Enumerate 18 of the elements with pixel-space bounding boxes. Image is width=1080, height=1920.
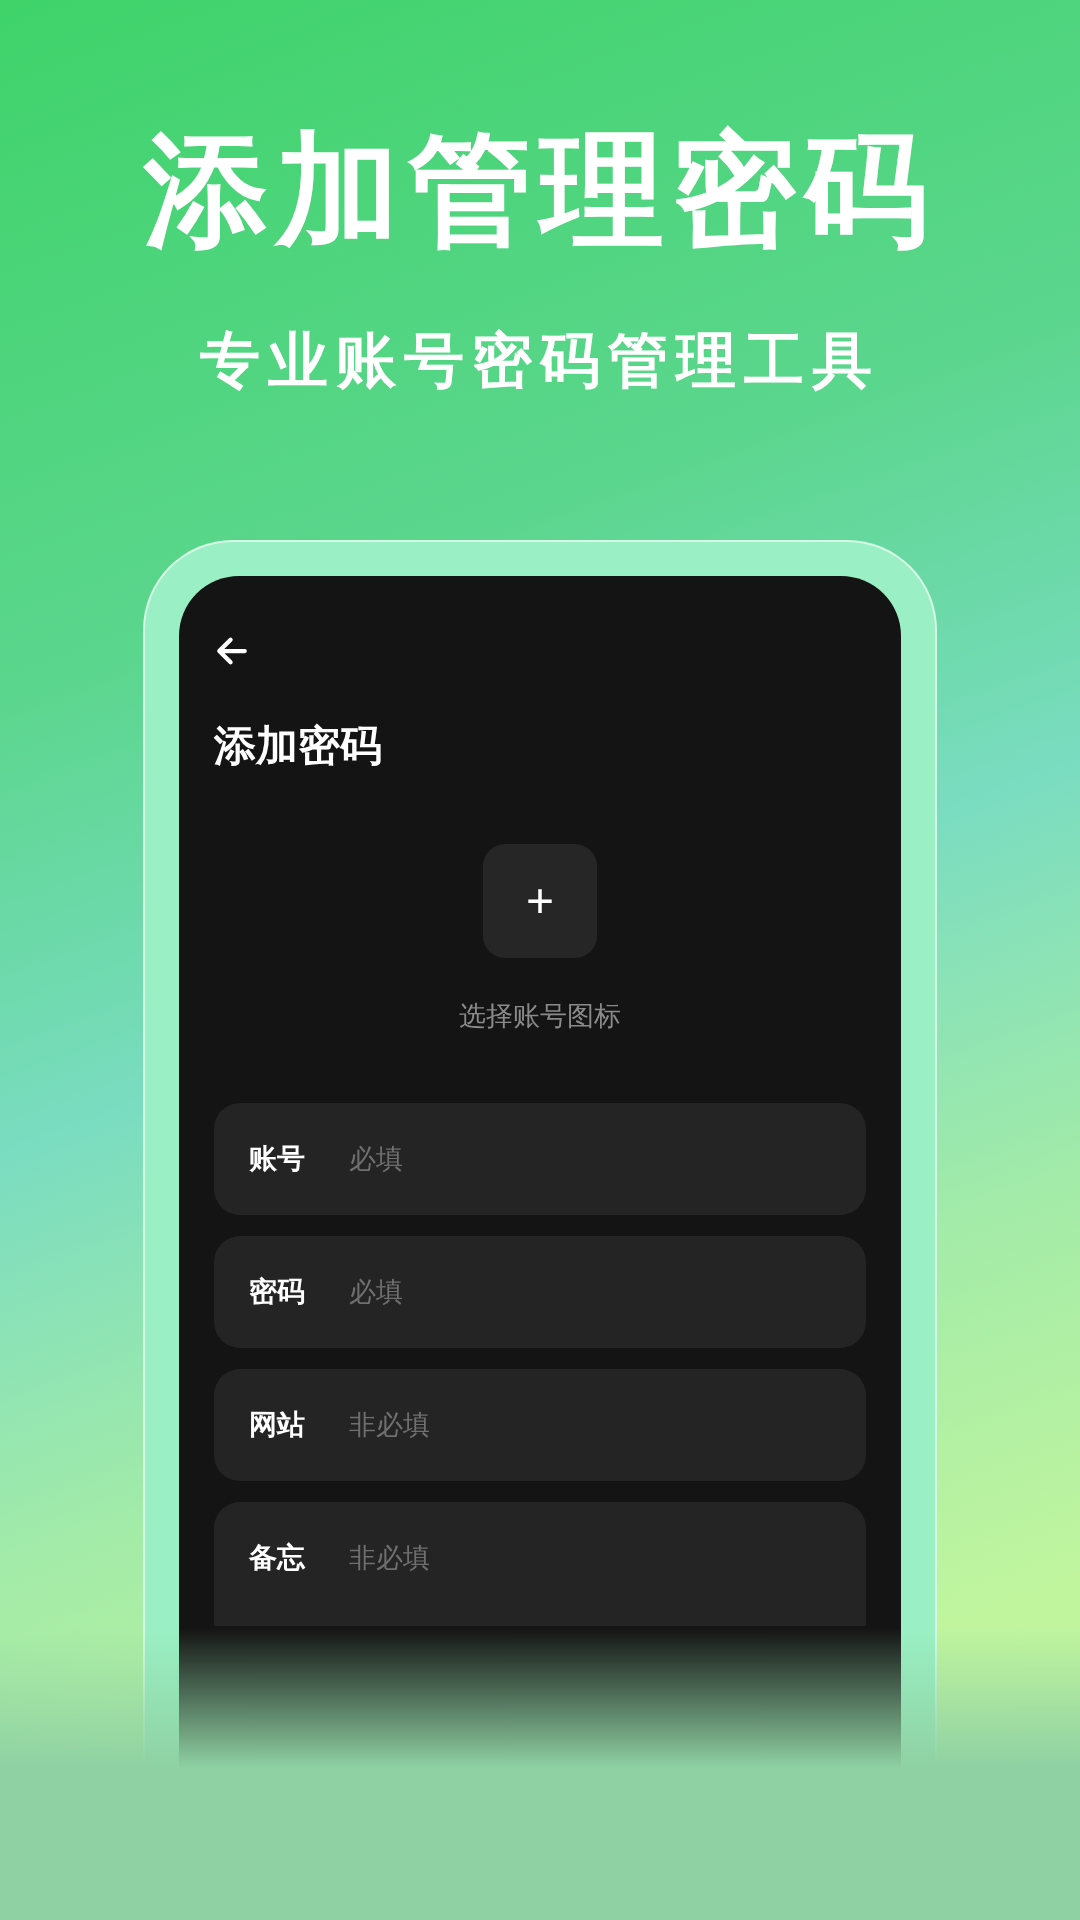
placeholder-text: 必填 xyxy=(349,1142,403,1176)
field-label: 备忘 xyxy=(249,1540,306,1575)
subheadline: 专业账号密码管理工具 xyxy=(200,326,880,396)
placeholder-text: 非必填 xyxy=(349,1408,430,1442)
input-field[interactable]: 账号 必填 xyxy=(214,1102,866,1215)
icon-picker-label: 选择账号图标 xyxy=(459,1000,621,1033)
screen-title: 添加密码 xyxy=(214,721,383,771)
add-icon-button[interactable]: + xyxy=(483,844,597,958)
placeholder-text: 非必填 xyxy=(349,1541,430,1575)
input-field[interactable]: 网站 非必填 xyxy=(214,1368,866,1481)
field-label: 网站 xyxy=(249,1407,306,1442)
headline: 添加管理密码 xyxy=(144,120,936,260)
placeholder-text: 必填 xyxy=(349,1275,403,1309)
input-field[interactable]: 密码 必填 xyxy=(214,1235,866,1348)
back-icon[interactable] xyxy=(215,634,249,668)
input-field[interactable]: 备忘 非必填 xyxy=(214,1501,866,1626)
field-label: 账号 xyxy=(249,1141,306,1176)
field-label: 密码 xyxy=(249,1274,306,1309)
